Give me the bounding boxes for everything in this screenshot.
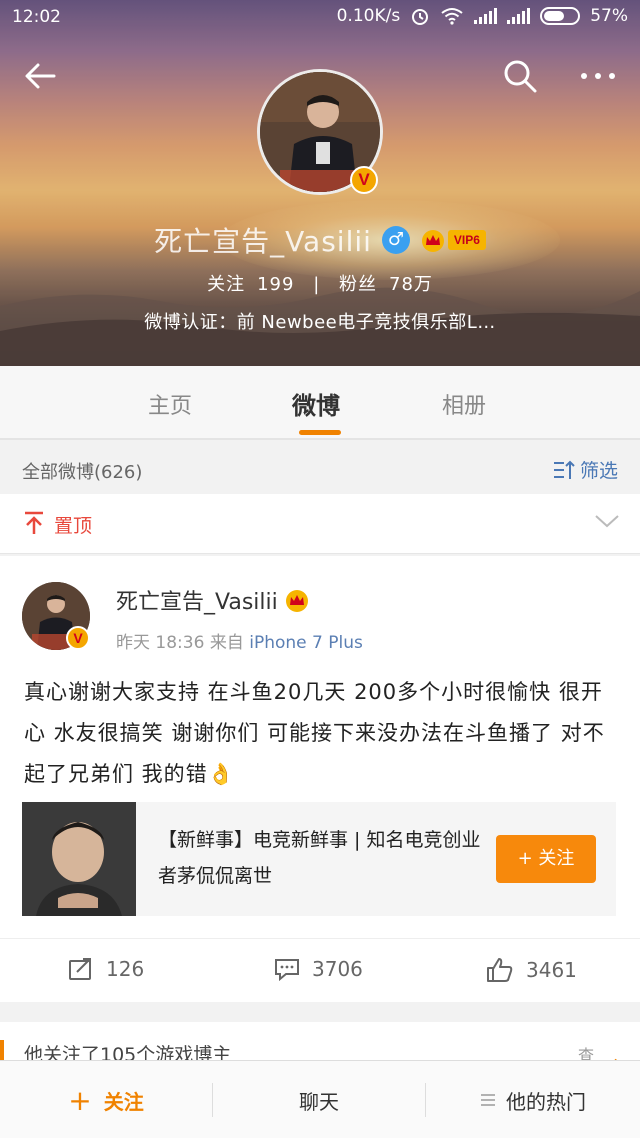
chat-button[interactable]: 聊天	[213, 1061, 425, 1138]
profile-tabs: 主页 微博 相册	[0, 366, 640, 440]
post-meta: 昨天 18:36 来自 iPhone 7 Plus	[116, 628, 363, 653]
post-source[interactable]: iPhone 7 Plus	[249, 633, 363, 653]
filter-bar: 全部微博(626) 筛选	[0, 442, 640, 494]
fans-label[interactable]: 粉丝	[339, 274, 377, 295]
search-icon[interactable]	[500, 56, 540, 96]
follow-label: 关注	[103, 1089, 144, 1114]
post-actions: 126 3706 3461	[0, 938, 640, 1002]
hot-label: 他的热门	[506, 1089, 586, 1114]
comment-button[interactable]: 3706	[274, 957, 363, 981]
signal-icon	[474, 8, 498, 24]
verified-badge-icon: V	[350, 166, 378, 194]
chevron-down-icon[interactable]	[594, 512, 620, 530]
crown-icon	[285, 590, 308, 612]
filter-label: 筛选	[579, 460, 618, 482]
fist-emoji-icon: 👌	[207, 762, 235, 786]
post-count: 全部微博(626)	[22, 462, 143, 483]
profile-name: 死亡宣告_Vasilii	[154, 225, 372, 258]
vip-badge[interactable]: VIP6	[420, 228, 486, 252]
comment-icon	[275, 959, 299, 981]
profile-name-row: 死亡宣告_Vasilii ♂ VIP6	[0, 220, 640, 260]
bottom-bar: + 关注 聊天 他的热门	[0, 1060, 640, 1138]
male-gender-icon: ♂	[381, 226, 410, 254]
post-verified-icon: V	[66, 626, 90, 650]
following-label[interactable]: 关注	[207, 274, 245, 295]
filter-icon	[553, 460, 575, 479]
post-time: 昨天 18:36	[116, 633, 205, 653]
repost-icon	[69, 958, 91, 980]
tab-weibo[interactable]: 微博	[292, 386, 340, 421]
pinned-header[interactable]: 置顶	[0, 494, 640, 554]
article-title: 【新鲜事】电竞新鲜事 | 知名电竞创业者茅侃侃离世	[158, 829, 481, 887]
post-body: 真心谢谢大家支持 在斗鱼20几天 200多个小时很愉快 很开心 水友很搞笑 谢谢…	[24, 680, 605, 786]
vip-level: VIP6	[447, 230, 486, 250]
tab-album[interactable]: 相册	[442, 388, 486, 420]
battery-icon	[540, 7, 581, 25]
back-arrow-icon[interactable]	[20, 56, 60, 96]
alarm-icon	[412, 9, 429, 25]
profile-stats: 关注 199 | 粉丝 78万	[0, 270, 640, 296]
wifi-icon	[441, 8, 463, 25]
post-text: 真心谢谢大家支持 在斗鱼20几天 200多个小时很愉快 很开心 水友很搞笑 谢谢…	[24, 672, 620, 795]
plus-icon: +	[68, 1083, 92, 1117]
post-card[interactable]: V 死亡宣告_Vasilii 昨天 18:36 来自 iPhone 7 Plus…	[0, 556, 640, 1002]
following-count[interactable]: 199	[257, 274, 294, 295]
crown-icon	[421, 230, 444, 252]
like-button[interactable]: 3461	[486, 957, 577, 983]
follow-article-button[interactable]: + 关注	[496, 835, 596, 883]
like-count: 3461	[526, 958, 577, 982]
pin-top-icon	[25, 511, 43, 534]
network-speed: 0.10K/s	[336, 6, 401, 26]
battery-level: 57%	[590, 6, 628, 26]
thumbs-up-icon	[487, 958, 513, 982]
status-time: 12:02	[12, 7, 61, 27]
repost-count: 126	[106, 957, 145, 981]
tab-home[interactable]: 主页	[148, 388, 192, 420]
chat-label: 聊天	[299, 1089, 339, 1114]
comment-count: 3706	[312, 957, 363, 981]
fans-count[interactable]: 78万	[389, 274, 433, 295]
status-right: 0.10K/s 57%	[337, 6, 628, 26]
hot-posts-button[interactable]: 他的热门	[426, 1061, 640, 1138]
post-from: 来自	[209, 633, 244, 653]
post-author[interactable]: 死亡宣告_Vasilii	[116, 584, 278, 616]
menu-lines-icon	[481, 1094, 495, 1106]
linked-article-card[interactable]: 【新鲜事】电竞新鲜事 | 知名电竞创业者茅侃侃离世 + 关注	[22, 802, 616, 916]
signal-icon-2	[507, 8, 531, 24]
status-bar: 12:02 0.10K/s 57%	[0, 0, 640, 36]
repost-button[interactable]: 126	[68, 957, 144, 981]
filter-button[interactable]: 筛选	[552, 456, 618, 483]
more-options-icon[interactable]	[578, 56, 618, 96]
article-thumbnail	[22, 802, 136, 916]
post-author-row: 死亡宣告_Vasilii	[116, 584, 310, 616]
follow-button[interactable]: + 关注	[0, 1061, 212, 1138]
pinned-label: 置顶	[54, 515, 93, 537]
active-tab-indicator	[299, 430, 341, 435]
stats-divider: |	[313, 274, 321, 295]
verification-text[interactable]: 微博认证：前 Newbee电子竞技俱乐部L…	[0, 308, 640, 334]
